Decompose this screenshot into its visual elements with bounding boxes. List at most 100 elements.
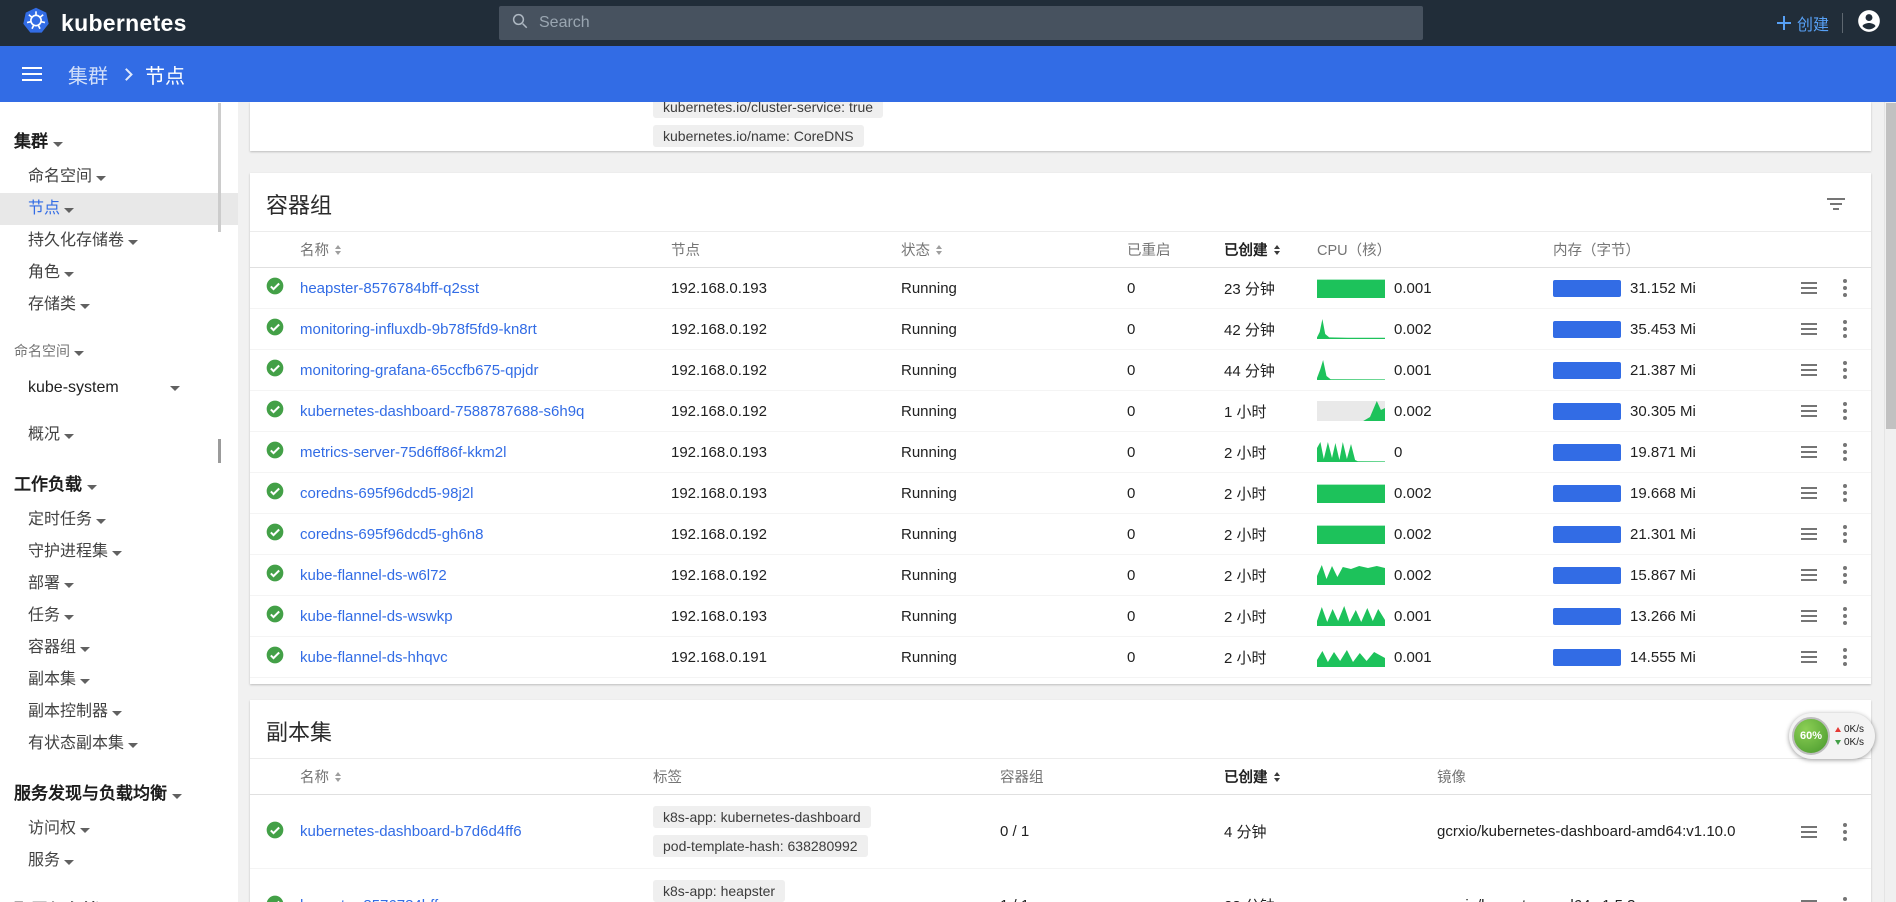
pod-node: 192.168.0.193 — [671, 608, 901, 625]
column-header-name[interactable]: 名称 — [300, 766, 653, 787]
sidebar-item[interactable]: 命名空间 — [0, 161, 238, 193]
logs-icon[interactable] — [1799, 485, 1819, 501]
replicaset-pods: 1 / 1 — [1000, 897, 1224, 902]
sidebar-item[interactable]: 服务 — [0, 845, 238, 877]
breadcrumb-parent[interactable]: 集群 — [68, 60, 108, 89]
logs-icon[interactable] — [1799, 403, 1819, 419]
search-input[interactable] — [539, 14, 1411, 32]
kebab-menu-icon[interactable] — [1841, 564, 1849, 586]
sidebar-item[interactable]: 角色 — [0, 257, 238, 289]
replicasets-card-title: 副本集 — [266, 715, 332, 747]
sidebar-item[interactable]: 副本集 — [0, 664, 238, 696]
create-button[interactable]: 创建 — [1777, 11, 1829, 35]
sidebar-item[interactable]: 概况 — [0, 419, 238, 451]
pod-name-link[interactable]: kube-flannel-ds-wswkp — [300, 608, 453, 625]
column-header-name[interactable]: 名称 — [300, 239, 671, 260]
kebab-menu-icon[interactable] — [1841, 359, 1849, 381]
column-header-status[interactable]: 状态 — [901, 239, 1127, 260]
logs-icon[interactable] — [1799, 321, 1819, 337]
status-ok-icon — [265, 563, 285, 587]
sidebar-item-label: 副本集 — [28, 671, 76, 688]
kebab-menu-icon[interactable] — [1841, 318, 1849, 340]
kebab-menu-icon[interactable] — [1841, 400, 1849, 422]
pod-node: 192.168.0.193 — [671, 280, 901, 297]
cpu-sparkline — [1317, 442, 1385, 462]
pod-name-link[interactable]: monitoring-grafana-65ccfb675-qpjdr — [300, 362, 538, 379]
net-monitor-widget[interactable]: 60% 0K/s 0K/s — [1789, 713, 1875, 759]
kebab-menu-icon[interactable] — [1841, 895, 1849, 902]
pod-restarts: 0 — [1127, 649, 1224, 666]
pod-name-link[interactable]: metrics-server-75d6ff86f-kkm2l — [300, 444, 506, 461]
replicaset-name-link[interactable]: heapster-8576784bff — [300, 897, 438, 902]
sidebar-scrollbar-thumb[interactable] — [218, 439, 221, 463]
memory-value: 14.555 Mi — [1630, 649, 1696, 666]
filter-icon[interactable] — [1825, 196, 1847, 212]
menu-icon[interactable] — [22, 67, 42, 81]
sidebar-item[interactable]: 持久化存储卷 — [0, 225, 238, 257]
account-icon[interactable] — [1856, 8, 1882, 39]
logs-icon[interactable] — [1799, 444, 1819, 460]
pod-table-row: monitoring-grafana-65ccfb675-qpjdr 192.1… — [250, 350, 1871, 391]
sidebar-item[interactable]: 有状态副本集 — [0, 728, 238, 760]
sidebar-item[interactable]: 容器组 — [0, 632, 238, 664]
column-header-created[interactable]: 已创建 — [1224, 766, 1437, 787]
logs-icon[interactable] — [1799, 608, 1819, 624]
sidebar-scrollbar-track[interactable] — [218, 103, 221, 232]
sidebar-item-label: 容器组 — [28, 639, 76, 656]
caret-down-icon — [64, 272, 74, 277]
kebab-menu-icon[interactable] — [1841, 441, 1849, 463]
replicaset-table-row: heapster-8576784bff k8s-app: heapsterpod… — [250, 869, 1871, 902]
memory-value: 31.152 Mi — [1630, 280, 1696, 297]
pod-name-link[interactable]: monitoring-influxdb-9b78f5fd9-kn8rt — [300, 321, 537, 338]
sidebar-item[interactable]: 副本控制器 — [0, 696, 238, 728]
vertical-scrollbar-thumb[interactable] — [1886, 103, 1896, 429]
kebab-menu-icon[interactable] — [1841, 821, 1849, 843]
pod-name-link[interactable]: coredns-695f96dcd5-gh6n8 — [300, 526, 483, 543]
sidebar-item[interactable]: kube-system — [0, 369, 238, 407]
column-header-node: 节点 — [671, 239, 901, 260]
memory-bar — [1553, 403, 1621, 420]
sidebar-item-label: 服务发现与负载均衡 — [14, 784, 167, 803]
logs-icon[interactable] — [1799, 526, 1819, 542]
sidebar-item[interactable]: 守护进程集 — [0, 536, 238, 568]
sidebar-item[interactable]: 存储类 — [0, 289, 238, 321]
memory-value: 13.266 Mi — [1630, 608, 1696, 625]
column-header-created[interactable]: 已创建 — [1224, 239, 1317, 260]
logs-icon[interactable] — [1799, 362, 1819, 378]
kebab-menu-icon[interactable] — [1841, 605, 1849, 627]
replicaset-name-link[interactable]: kubernetes-dashboard-b7d6d4ff6 — [300, 823, 522, 840]
sidebar-item[interactable]: 任务 — [0, 600, 238, 632]
logs-icon[interactable] — [1799, 898, 1819, 902]
pod-restarts: 0 — [1127, 567, 1224, 584]
sidebar-item-label: 集群 — [14, 132, 48, 151]
sidebar-item[interactable]: 访问权 — [0, 813, 238, 845]
kebab-menu-icon[interactable] — [1841, 523, 1849, 545]
pod-table-row: heapster-8576784bff-q2sst 192.168.0.193 … — [250, 268, 1871, 309]
logs-icon[interactable] — [1799, 649, 1819, 665]
pod-name-link[interactable]: kube-flannel-ds-hhqvc — [300, 649, 448, 666]
kebab-menu-icon[interactable] — [1841, 277, 1849, 299]
pod-created: 2 小时 — [1224, 483, 1317, 504]
breadcrumb-bar: 集群 节点 — [0, 46, 1896, 102]
caret-down-icon — [80, 679, 90, 684]
label-chip: kubernetes.io/cluster-service: true — [653, 102, 883, 118]
pod-name-link[interactable]: kubernetes-dashboard-7588787688-s6h9q — [300, 403, 584, 420]
body: 集群 命名空间 节点 持久化存储卷 — [0, 102, 1896, 902]
sidebar-item[interactable]: 部署 — [0, 568, 238, 600]
sidebar-item[interactable]: 节点 — [0, 193, 238, 225]
kebab-menu-icon[interactable] — [1841, 482, 1849, 504]
logs-icon[interactable] — [1799, 567, 1819, 583]
vertical-scrollbar[interactable] — [1884, 102, 1896, 902]
kebab-menu-icon[interactable] — [1841, 646, 1849, 668]
cpu-sparkline — [1317, 401, 1385, 421]
logs-icon[interactable] — [1799, 824, 1819, 840]
sidebar-item[interactable]: 定时任务 — [0, 504, 238, 536]
pod-created: 44 分钟 — [1224, 360, 1317, 381]
pod-name-link[interactable]: heapster-8576784bff-q2sst — [300, 280, 479, 297]
pod-node: 192.168.0.192 — [671, 526, 901, 543]
pod-name-link[interactable]: kube-flannel-ds-w6l72 — [300, 567, 447, 584]
logs-icon[interactable] — [1799, 280, 1819, 296]
caret-down-icon — [53, 142, 63, 147]
cpu-value: 0 — [1394, 444, 1402, 461]
pod-name-link[interactable]: coredns-695f96dcd5-98j2l — [300, 485, 473, 502]
